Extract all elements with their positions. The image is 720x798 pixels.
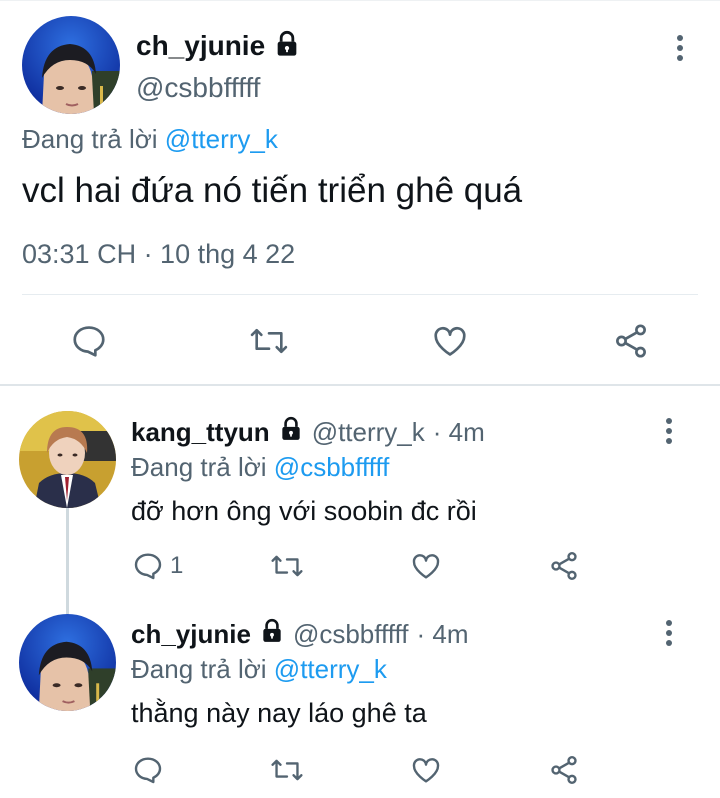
author-row: ch_yjunie: [136, 28, 301, 64]
retweet-icon: [250, 328, 288, 354]
dot: [666, 428, 672, 434]
dot: [666, 630, 672, 636]
top-border: [0, 0, 720, 1]
section-divider: [0, 384, 720, 386]
author-row: ch_yjunie @csbbfffff · 4m: [131, 617, 469, 651]
reply-prefix: Đang trả lời: [131, 452, 267, 482]
handle[interactable]: @csbbfffff: [136, 72, 260, 104]
share-button[interactable]: [548, 550, 580, 582]
retweet-button[interactable]: [270, 754, 304, 786]
retweet-icon: [271, 555, 303, 577]
avatar[interactable]: [19, 614, 116, 711]
vertical-dots-icon: [677, 35, 683, 41]
vertical-dots-icon: [666, 620, 672, 626]
speech-bubble-icon: [134, 553, 162, 580]
relative-time[interactable]: · 4m: [417, 619, 469, 650]
like-button[interactable]: [410, 754, 442, 786]
share-icon: [551, 552, 577, 580]
tweet-text: thằng này nay láo ghê ta: [131, 698, 427, 728]
timestamp[interactable]: 03:31 CH · 10 thg 4 22: [22, 239, 295, 270]
display-name[interactable]: kang_ttyun: [131, 417, 270, 448]
thread-line: [66, 508, 69, 616]
dot: [666, 438, 672, 444]
reply-button[interactable]: 1: [132, 550, 183, 582]
more-options-button[interactable]: [657, 613, 681, 653]
dot: [677, 55, 683, 61]
heart-icon: [412, 554, 440, 579]
heart-icon: [434, 326, 466, 356]
reply-count: 1: [170, 552, 184, 579]
replying-to: Đang trả lời @csbbfffff: [131, 452, 389, 483]
display-name[interactable]: ch_yjunie: [136, 30, 265, 62]
relative-time[interactable]: · 4m: [433, 417, 485, 448]
avatar[interactable]: [19, 411, 116, 508]
heart-icon: [412, 758, 440, 783]
reply-to-mention[interactable]: @tterry_k: [274, 654, 387, 684]
handle[interactable]: @tterry_k: [312, 417, 425, 448]
reply-prefix: Đang trả lời: [22, 124, 158, 154]
reply-prefix: Đang trả lời: [131, 654, 267, 684]
divider: [22, 294, 698, 295]
more-options-button[interactable]: [668, 28, 692, 68]
reply-button[interactable]: [132, 754, 164, 786]
display-name[interactable]: ch_yjunie: [131, 619, 251, 650]
like-button[interactable]: [431, 322, 469, 360]
avatar[interactable]: [22, 16, 120, 114]
retweet-icon: [271, 759, 303, 781]
share-button[interactable]: [612, 322, 650, 360]
lock-icon: [273, 30, 301, 63]
author-row: kang_ttyun @tterry_k · 4m: [131, 415, 485, 449]
reply-to-mention[interactable]: @tterry_k: [165, 124, 278, 154]
tweet-text: đỡ hơn ông với soobin đc rồi: [131, 496, 477, 526]
retweet-button[interactable]: [270, 550, 304, 582]
lock-icon: [278, 416, 304, 449]
handle[interactable]: @csbbfffff: [293, 619, 409, 650]
vertical-dots-icon: [666, 418, 672, 424]
like-button[interactable]: [410, 550, 442, 582]
replying-to: Đang trả lời @tterry_k: [131, 654, 387, 685]
dot: [666, 640, 672, 646]
more-options-button[interactable]: [657, 411, 681, 451]
retweet-button[interactable]: [249, 322, 289, 360]
lock-icon: [259, 618, 285, 651]
share-icon: [551, 756, 577, 784]
share-icon: [616, 324, 646, 358]
speech-bubble-icon: [134, 757, 162, 784]
share-button[interactable]: [548, 754, 580, 786]
tweet-text: vcl hai đứa nó tiến triển ghê quá: [22, 171, 523, 210]
reply-to-mention[interactable]: @csbbfffff: [274, 452, 390, 482]
reply-button[interactable]: [70, 322, 108, 360]
dot: [677, 45, 683, 51]
replying-to: Đang trả lời @tterry_k: [22, 124, 278, 155]
speech-bubble-icon: [73, 326, 105, 357]
